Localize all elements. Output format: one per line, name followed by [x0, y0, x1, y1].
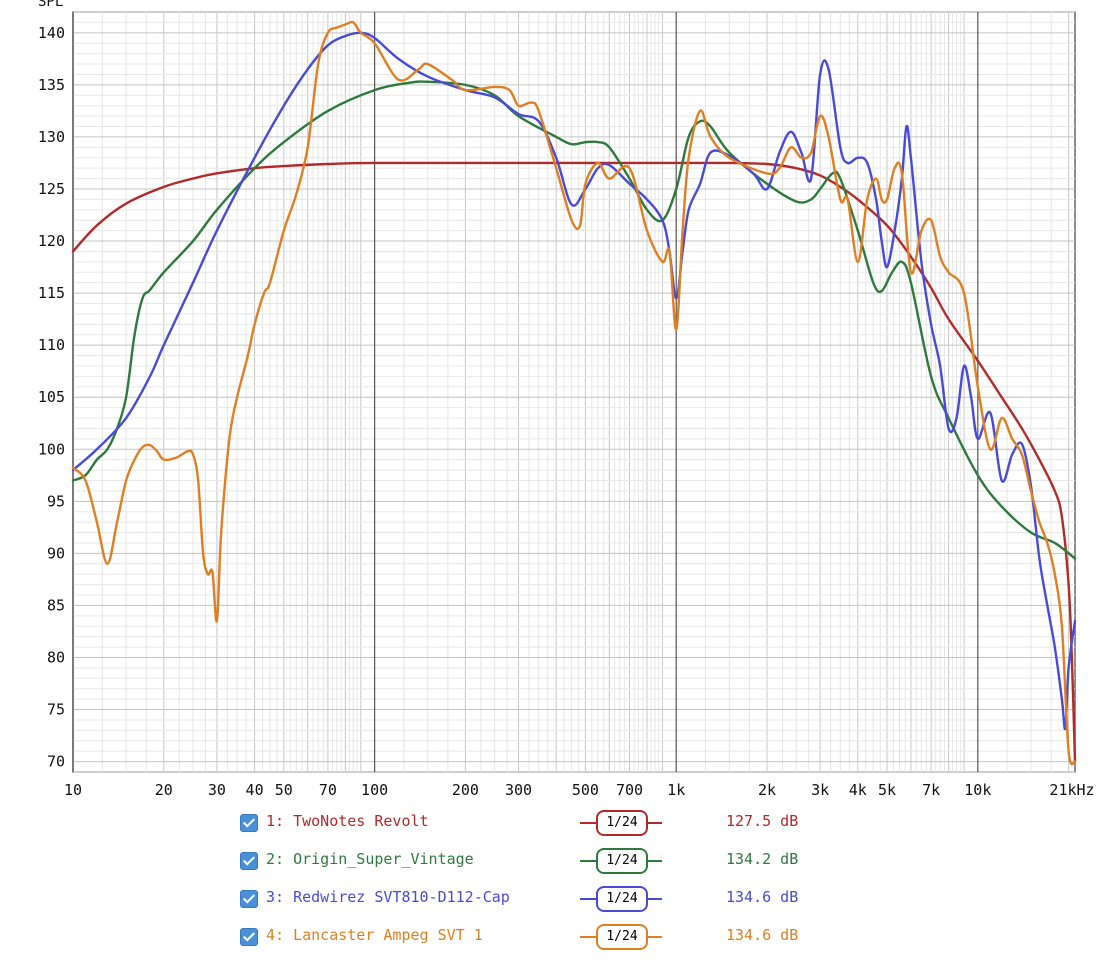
y-tick-label: 85	[47, 596, 65, 614]
legend-row: 4: Lancaster Ampeg SVT 1 1/24 134.6 dB	[240, 924, 880, 954]
y-tick-label: 115	[38, 284, 65, 302]
x-tick-label: 7k	[922, 781, 940, 799]
x-axis-ticks: 10 20 30 40 50 70 100 200 300 500 700 1k 2k 3k 4k 5k 7k 1…	[64, 781, 1095, 799]
x-tick-label: 2k	[758, 781, 776, 799]
series-4-smoothing[interactable]: 1/24	[580, 924, 662, 950]
y-tick-label: 75	[47, 701, 65, 719]
x-tick-label: 3k	[811, 781, 829, 799]
x-tick-label: 300	[505, 781, 532, 799]
y-tick-label: 140	[38, 24, 65, 42]
x-tick-label: 100	[361, 781, 388, 799]
series-1-level: 127.5 dB	[726, 812, 799, 830]
legend-row: 2: Origin_Super_Vintage 1/24 134.2 dB	[240, 848, 880, 878]
series-2-name[interactable]: 2: Origin_Super_Vintage	[266, 850, 474, 868]
x-tick-label: 40	[246, 781, 264, 799]
series-2-level: 134.2 dB	[726, 850, 799, 868]
series-1-name[interactable]: 1: TwoNotes Revolt	[266, 812, 429, 830]
x-tick-label: 70	[319, 781, 337, 799]
x-tick-label: 4k	[849, 781, 867, 799]
y-tick-label: 135	[38, 76, 65, 94]
series-2-smoothing-label: 1/24	[596, 848, 648, 874]
series-1-smoothing-label: 1/24	[596, 810, 648, 836]
series-3-name[interactable]: 3: Redwirez SVT810-D112-Cap	[266, 888, 510, 906]
x-tick-label: 5k	[878, 781, 896, 799]
y-tick-label: 110	[38, 336, 65, 354]
legend-row: 1: TwoNotes Revolt 1/24 127.5 dB	[240, 810, 880, 840]
series-2-smoothing[interactable]: 1/24	[580, 848, 662, 874]
y-axis-ticks: 70 75 80 85 90 95 100 105 110 115 120 125 130 135 140	[38, 24, 65, 771]
series-4-smoothing-label: 1/24	[596, 924, 648, 950]
series-4-level: 134.6 dB	[726, 926, 799, 944]
x-tick-label: 500	[572, 781, 599, 799]
series-3-smoothing-label: 1/24	[596, 886, 648, 912]
legend-row: 3: Redwirez SVT810-D112-Cap 1/24 134.6 d…	[240, 886, 880, 916]
x-tick-label: 1k	[667, 781, 685, 799]
y-axis-label: SPL	[38, 0, 63, 10]
series-2-checkbox[interactable]	[240, 852, 258, 870]
frequency-response-chart: SPL 10 20 30 40 50 70 100 200 300 500 700 1k 2k 3k 4k 5…	[38, 0, 1095, 799]
series-4-checkbox[interactable]	[240, 928, 258, 946]
series-3-smoothing[interactable]: 1/24	[580, 886, 662, 912]
y-tick-label: 70	[47, 753, 65, 771]
series-3-checkbox[interactable]	[240, 890, 258, 908]
x-tick-label: 30	[208, 781, 226, 799]
y-tick-label: 90	[47, 544, 65, 562]
x-tick-label: 700	[616, 781, 643, 799]
y-tick-label: 80	[47, 648, 65, 666]
series-1-smoothing[interactable]: 1/24	[580, 810, 662, 836]
y-tick-label: 105	[38, 388, 65, 406]
x-tick-label: 21kHz	[1049, 781, 1094, 799]
series-4-name[interactable]: 4: Lancaster Ampeg SVT 1	[266, 926, 483, 944]
y-tick-label: 95	[47, 492, 65, 510]
x-tick-label: 10	[64, 781, 82, 799]
y-tick-label: 125	[38, 180, 65, 198]
plot-area	[72, 11, 1076, 773]
y-tick-label: 130	[38, 128, 65, 146]
series-1-checkbox[interactable]	[240, 814, 258, 832]
y-tick-label: 120	[38, 232, 65, 250]
x-tick-label: 10k	[964, 781, 991, 799]
x-tick-label: 20	[155, 781, 173, 799]
x-tick-label: 200	[452, 781, 479, 799]
x-tick-label: 50	[275, 781, 293, 799]
series-3-level: 134.6 dB	[726, 888, 799, 906]
y-tick-label: 100	[38, 440, 65, 458]
